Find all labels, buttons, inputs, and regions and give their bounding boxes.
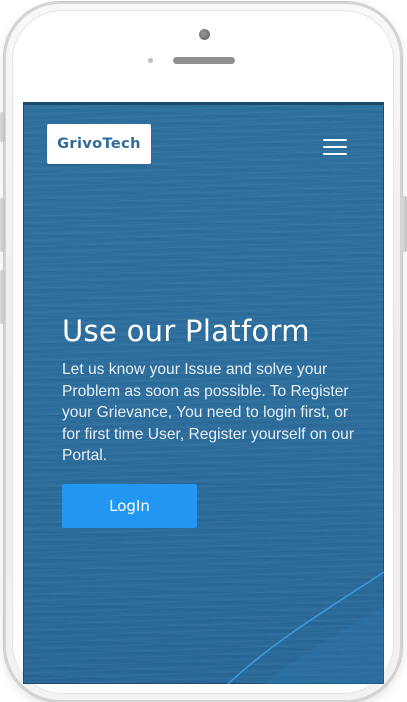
mute-switch — [0, 112, 5, 142]
earpiece-speaker — [173, 57, 235, 64]
menu-bar — [323, 139, 347, 141]
brand-logo[interactable]: GrivoTech — [47, 124, 151, 164]
volume-down-button — [0, 270, 5, 324]
hamburger-menu-icon[interactable] — [321, 136, 349, 158]
menu-bar — [323, 153, 347, 155]
front-camera-icon — [199, 29, 210, 40]
volume-up-button — [0, 198, 5, 252]
menu-bar — [323, 146, 347, 148]
proximity-sensor — [148, 58, 153, 63]
hero-title: Use our Platform — [62, 314, 310, 348]
power-button — [402, 196, 407, 252]
phone-screen: GrivoTech Use our Platform Let us know y… — [23, 102, 384, 684]
hero-description: Let us know your Issue and solve your Pr… — [62, 361, 355, 465]
login-button[interactable]: LogIn — [62, 484, 197, 528]
